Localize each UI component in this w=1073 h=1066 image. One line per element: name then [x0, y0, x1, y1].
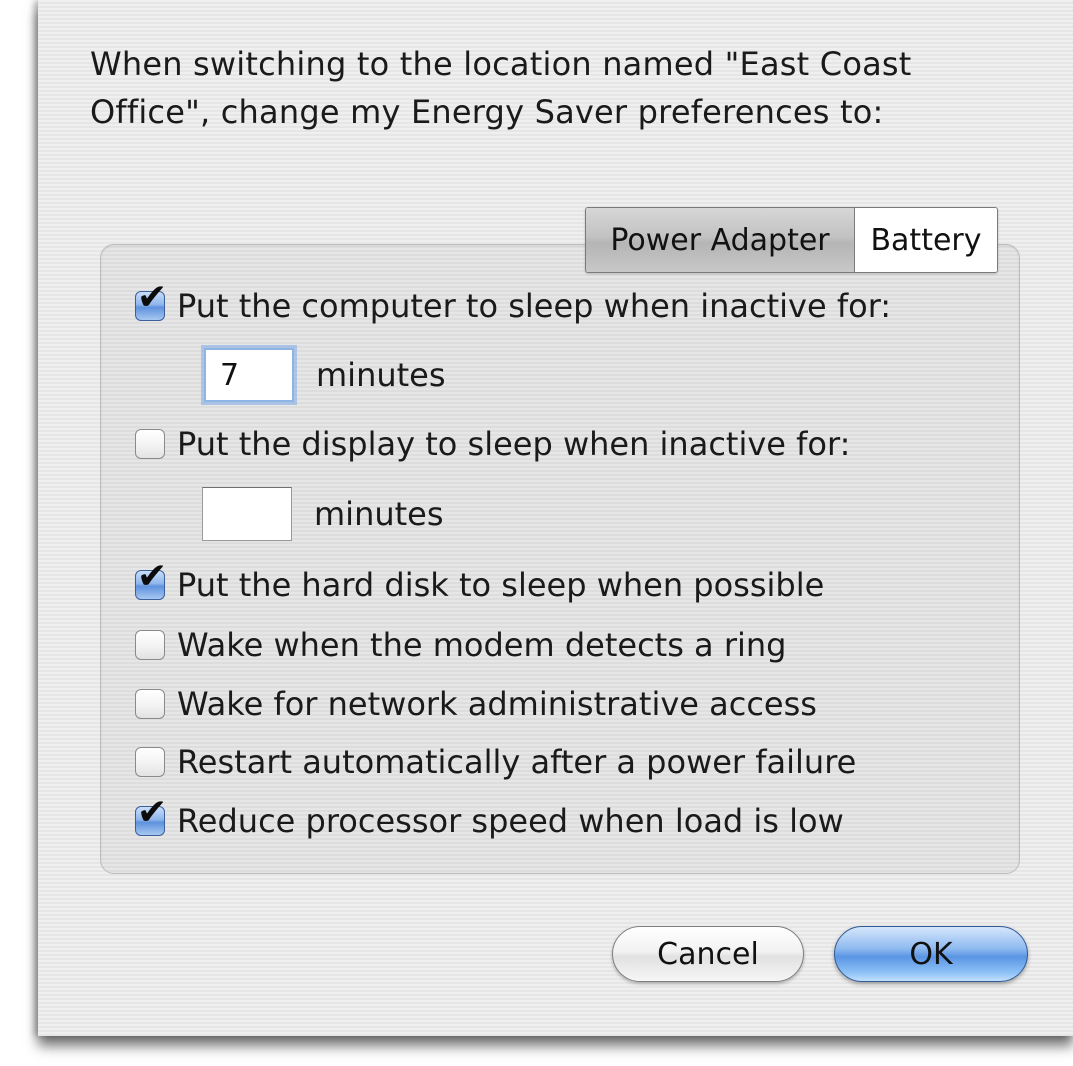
- ok-button[interactable]: OK: [834, 926, 1028, 982]
- display-sleep-label: Put the display to sleep when inactive f…: [177, 425, 851, 463]
- restart-power-failure-option[interactable]: Restart automatically after a power fail…: [135, 739, 856, 785]
- checkmark-icon: ✔: [137, 277, 168, 318]
- checkmark-icon: ✔: [137, 792, 168, 833]
- computer-sleep-minutes-field[interactable]: 7: [204, 348, 294, 402]
- intro-text: When switching to the location named "Ea…: [90, 45, 912, 131]
- computer-sleep-minutes-unit: minutes: [316, 356, 446, 394]
- computer-sleep-checkbox[interactable]: ✔: [135, 280, 167, 321]
- computer-sleep-label: Put the computer to sleep when inactive …: [177, 287, 892, 325]
- reduce-processor-label: Reduce processor speed when load is low: [177, 802, 844, 840]
- display-sleep-option[interactable]: Put the display to sleep when inactive f…: [135, 421, 850, 467]
- wake-network-checkbox[interactable]: [135, 689, 165, 719]
- restart-power-failure-checkbox[interactable]: [135, 747, 165, 777]
- reduce-processor-option[interactable]: ✔ Reduce processor speed when load is lo…: [135, 795, 844, 844]
- hard-disk-sleep-label: Put the hard disk to sleep when possible: [177, 566, 825, 604]
- display-sleep-minutes-field[interactable]: [202, 487, 292, 541]
- energy-saver-sheet: When switching to the location named "Ea…: [38, 0, 1073, 1036]
- tab-power-adapter[interactable]: Power Adapter: [586, 208, 855, 272]
- tab-battery[interactable]: Battery: [855, 208, 997, 272]
- hard-disk-sleep-checkbox[interactable]: ✔: [135, 559, 167, 600]
- wake-modem-label: Wake when the modem detects a ring: [177, 626, 787, 664]
- display-sleep-checkbox[interactable]: [135, 429, 165, 459]
- wake-modem-option[interactable]: Wake when the modem detects a ring: [135, 622, 786, 668]
- hard-disk-sleep-option[interactable]: ✔ Put the hard disk to sleep when possib…: [135, 559, 825, 608]
- display-sleep-minutes-unit: minutes: [314, 495, 444, 533]
- display-sleep-minutes-row: minutes: [202, 487, 444, 541]
- restart-power-failure-label: Restart automatically after a power fail…: [177, 743, 857, 781]
- reduce-processor-checkbox[interactable]: ✔: [135, 795, 167, 836]
- power-source-tabs: Power Adapter Battery: [585, 207, 998, 273]
- wake-network-option[interactable]: Wake for network administrative access: [135, 681, 817, 727]
- wake-modem-checkbox[interactable]: [135, 630, 165, 660]
- screen: When switching to the location named "Ea…: [0, 0, 1073, 1066]
- cancel-button[interactable]: Cancel: [612, 926, 804, 982]
- checkmark-icon: ✔: [137, 556, 168, 597]
- wake-network-label: Wake for network administrative access: [177, 685, 817, 723]
- computer-sleep-option[interactable]: ✔ Put the computer to sleep when inactiv…: [135, 280, 892, 329]
- computer-sleep-minutes-row: 7 minutes: [204, 348, 446, 402]
